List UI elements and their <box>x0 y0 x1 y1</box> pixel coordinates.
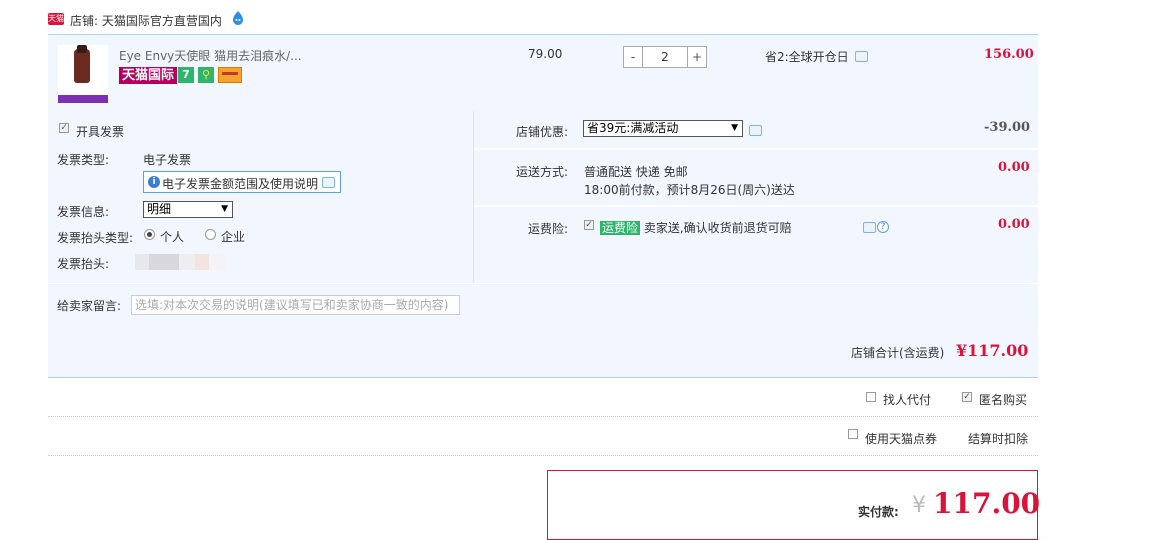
invoice-title-type-label: 发票抬头类型: <box>57 231 134 245</box>
insurance-description: 运费险 卖家送,确认收货前退货可赔 <box>600 219 792 236</box>
radio-personal-label: 个人 <box>160 230 185 244</box>
redacted-title-block <box>135 254 149 270</box>
shipping-label: 运送方式: <box>515 165 568 179</box>
quantity-decrease-button[interactable]: - <box>623 46 643 68</box>
help-icon[interactable]: ? <box>877 221 889 233</box>
tmall-logo-icon: 天猫 <box>48 13 64 25</box>
credit-card-icon <box>218 67 242 83</box>
points-options-row: 使用天猫点券 结算时扣除 <box>48 417 1038 456</box>
invoice-panel: ✓ 开具发票 发票类型: 电子发票 i 电子发票金额范围及使用说明 发票信息: … <box>48 111 474 283</box>
redacted-title-block <box>209 254 225 270</box>
shop-total-row: 店铺合计(含运费) ¥117.00 <box>48 324 1038 378</box>
payment-summary-box: 实付款: ¥ 117.00 <box>547 470 1041 540</box>
invoice-info-select[interactable]: 明细 ▼ <box>143 201 233 218</box>
divider <box>474 205 1038 207</box>
shop-name-label[interactable]: 店铺: 天猫国际官方直营国内 <box>70 12 222 29</box>
comment-icon[interactable] <box>863 222 876 233</box>
quantity-input[interactable]: 2 <box>643 46 687 68</box>
anonymous-checkbox[interactable]: ✓ <box>962 392 972 402</box>
comment-icon[interactable] <box>749 125 762 136</box>
invoice-info-label: 发票信息: <box>57 205 110 219</box>
pay-currency: ¥ <box>912 493 926 518</box>
product-thumbnail[interactable] <box>58 45 108 103</box>
proxy-pay-checkbox[interactable] <box>866 392 876 402</box>
order-item-row: Eye Envy天使眼 猫用去泪痕水/... 天猫国际 7 ⚲ 79.00 - … <box>48 34 1038 111</box>
item-promo-text: 省2:全球开仓日 <box>765 50 849 64</box>
shop-discount-select[interactable]: 省39元:满减活动 ▼ <box>583 120 743 137</box>
pay-amount: 117.00 <box>933 487 1041 520</box>
shop-discount-amount: -39.00 <box>984 120 1031 135</box>
comment-icon[interactable] <box>855 51 868 62</box>
tmall-points-label[interactable]: 使用天猫点券 <box>865 430 937 447</box>
dropdown-arrow-icon: ▼ <box>221 204 228 214</box>
quantity-increase-button[interactable]: + <box>687 46 707 68</box>
seller-message-row: 给卖家留言: 选填:对本次交易的说明(建议填写已和卖家协商一致的内容) <box>48 284 1038 324</box>
radio-company-label: 企业 <box>221 230 246 244</box>
seller-message-input[interactable]: 选填:对本次交易的说明(建议填写已和卖家协商一致的内容) <box>131 295 460 315</box>
shipping-eta: 18:00前付款，预计8月26日(周六)送达 <box>584 183 795 197</box>
invoice-type-value: 电子发票 <box>143 153 192 167</box>
invoice-info-select-value: 明细 <box>147 202 172 216</box>
product-label-icon <box>58 53 72 67</box>
service-guarantee-icon: ⚲ <box>198 67 214 83</box>
radio-personal[interactable] <box>144 229 155 240</box>
item-subtotal: 156.00 <box>984 47 1034 62</box>
seven-day-return-icon: 7 <box>178 67 194 83</box>
invoice-type-label: 发票类型: <box>57 153 110 167</box>
insurance-amount: 0.00 <box>998 217 1030 232</box>
insurance-text: 卖家送,确认收货前退货可赔 <box>643 221 792 235</box>
comment-icon <box>322 177 335 188</box>
invoice-checkbox-label: 开具发票 <box>76 125 125 139</box>
insurance-tag: 运费险 <box>600 221 641 235</box>
wangwang-chat-icon[interactable] <box>230 10 246 26</box>
shop-discount-select-value: 省39元:满减活动 <box>587 121 679 135</box>
bottle-cap-icon <box>77 45 87 53</box>
redacted-title-block <box>195 254 209 270</box>
seller-message-label: 给卖家留言: <box>57 299 122 313</box>
shop-total-label: 店铺合计(含运费) <box>851 346 945 360</box>
invoice-title-label: 发票抬头: <box>57 257 110 271</box>
tmall-international-badge: 天猫国际 <box>119 67 178 84</box>
pay-label: 实付款: <box>858 505 899 519</box>
shipping-insurance-label: 运费险: <box>527 222 568 236</box>
deduct-note: 结算时扣除 <box>968 432 1029 446</box>
anonymous-label[interactable]: 匿名购买 <box>979 391 1027 408</box>
info-icon: i <box>148 176 160 188</box>
dropdown-arrow-icon: ▼ <box>731 123 738 133</box>
shipping-method: 普通配送 快递 免邮 <box>584 165 688 179</box>
invoice-checkbox[interactable]: ✓ <box>59 123 69 133</box>
divider <box>474 148 1038 150</box>
proxy-pay-label[interactable]: 找人代付 <box>883 391 931 408</box>
insurance-checkbox[interactable]: ✓ <box>584 220 594 230</box>
bottle-icon <box>74 49 90 83</box>
einvoice-info-link[interactable]: i 电子发票金额范围及使用说明 <box>143 171 341 193</box>
radio-company[interactable] <box>205 229 216 240</box>
redacted-title-block <box>149 254 179 270</box>
einvoice-info-text: 电子发票金额范围及使用说明 <box>162 177 319 191</box>
tmall-points-checkbox[interactable] <box>848 429 858 439</box>
product-brand-strip <box>58 95 108 103</box>
product-title-link[interactable]: Eye Envy天使眼 猫用去泪痕水/... <box>119 47 302 64</box>
redacted-title-block <box>179 254 195 270</box>
shop-total-amount: ¥117.00 <box>956 341 1029 360</box>
unit-price: 79.00 <box>528 47 563 61</box>
shop-discount-label: 店铺优惠: <box>515 125 568 139</box>
order-summary-panel: 店铺优惠: 省39元:满减活动 ▼ -39.00 运送方式: 普通配送 快递 免… <box>474 111 1038 283</box>
shipping-amount: 0.00 <box>998 160 1030 175</box>
pay-options-row: 找人代付 ✓ 匿名购买 <box>48 378 1038 417</box>
